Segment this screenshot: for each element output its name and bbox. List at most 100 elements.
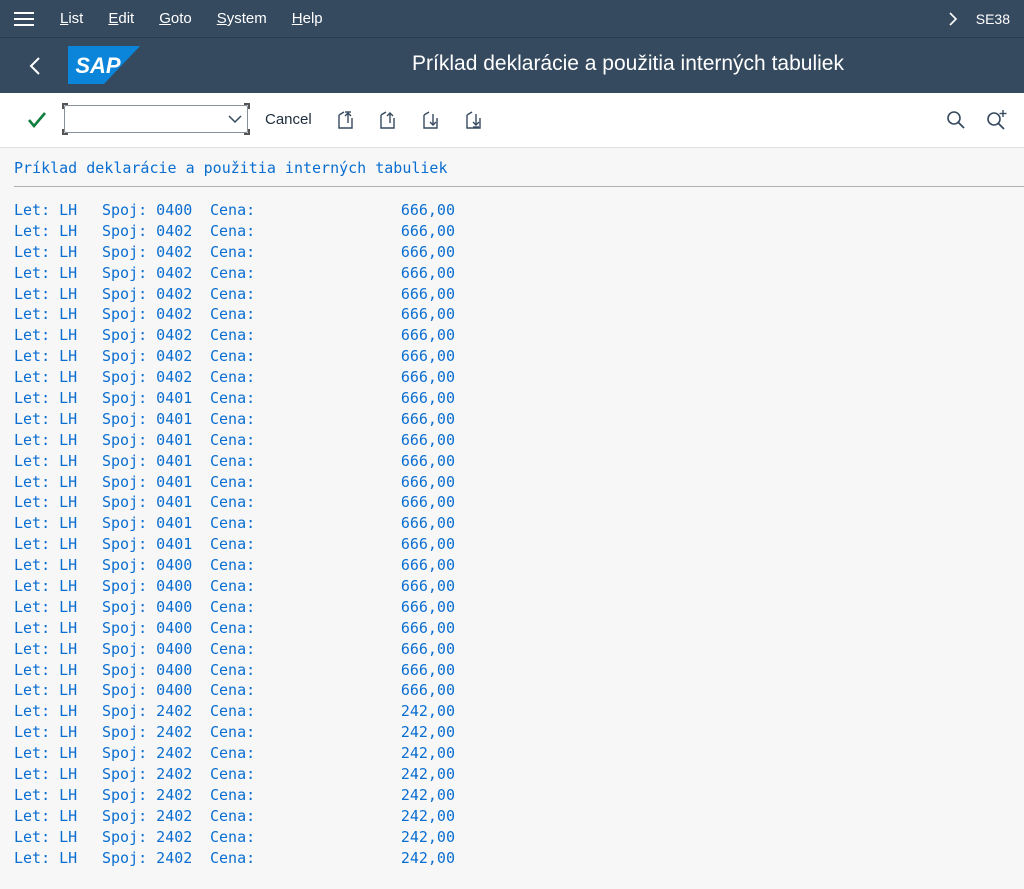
price-label: Cena: [210, 514, 256, 533]
chevron-down-icon[interactable] [227, 111, 243, 127]
list-row[interactable]: Let: LH Spoj: 0401 Cena: 666,00 [14, 472, 455, 493]
flight-carrier: Let: LH [14, 723, 78, 742]
search-next-icon[interactable] [985, 108, 1009, 132]
list-row[interactable]: Let: LH Spoj: 0400 Cena: 666,00 [14, 597, 455, 618]
list-row[interactable]: Let: LH Spoj: 2402 Cena: 242,00 [14, 701, 455, 722]
list-row[interactable]: Let: LH Spoj: 2402 Cena: 242,00 [14, 827, 455, 848]
chevron-left-icon[interactable] [20, 51, 50, 81]
last-page-icon[interactable] [462, 108, 486, 132]
menu-list[interactable]: List [60, 10, 83, 27]
price-label: Cena: [210, 702, 256, 721]
flight-carrier: Let: LH [14, 493, 78, 512]
list-row[interactable]: Let: LH Spoj: 0400 Cena: 666,00 [14, 639, 455, 660]
list-row[interactable]: Let: LH Spoj: 0401 Cena: 666,00 [14, 451, 455, 472]
price-value: 666,00 [400, 242, 455, 261]
price-label: Cena: [210, 618, 256, 637]
list-row[interactable]: Let: LH Spoj: 2402 Cena: 242,00 [14, 722, 455, 743]
list-row[interactable]: Let: LH Spoj: 0402 Cena: 666,00 [14, 346, 455, 367]
price-value: 242,00 [400, 827, 455, 846]
list-row[interactable]: Let: LH Spoj: 0400 Cena: 666,00 [14, 618, 455, 639]
flight-carrier: Let: LH [14, 765, 78, 784]
sap-logo-text: SAP [75, 53, 121, 78]
list-row[interactable]: Let: LH Spoj: 0402 Cena: 666,00 [14, 284, 455, 305]
focus-corner [62, 129, 68, 135]
hamburger-icon[interactable] [0, 0, 48, 37]
price-value: 242,00 [400, 806, 455, 825]
first-page-icon[interactable] [334, 108, 358, 132]
connection-id: Spoj: 2402 [102, 827, 193, 846]
list-row[interactable]: Let: LH Spoj: 2402 Cena: 242,00 [14, 743, 455, 764]
title-bar: SAP Príklad deklarácie a použitia intern… [0, 37, 1024, 93]
previous-page-icon[interactable] [376, 108, 400, 132]
command-input[interactable] [69, 109, 219, 129]
price-value: 666,00 [400, 389, 455, 408]
list-row[interactable]: Let: LH Spoj: 0402 Cena: 666,00 [14, 221, 455, 242]
list-row[interactable]: Let: LH Spoj: 0401 Cena: 666,00 [14, 513, 455, 534]
list-row[interactable]: Let: LH Spoj: 2402 Cena: 242,00 [14, 785, 455, 806]
price-label: Cena: [210, 326, 256, 345]
list-row[interactable]: Let: LH Spoj: 0401 Cena: 666,00 [14, 492, 455, 513]
list-row[interactable]: Let: LH Spoj: 0400 Cena: 666,00 [14, 576, 455, 597]
list-row[interactable]: Let: LH Spoj: 0401 Cena: 666,00 [14, 534, 455, 555]
connection-id: Spoj: 0401 [102, 472, 193, 491]
price-label: Cena: [210, 848, 256, 867]
price-value: 666,00 [400, 639, 455, 658]
price-label: Cena: [210, 577, 256, 596]
menu-help[interactable]: Help [292, 10, 323, 27]
connection-id: Spoj: 0402 [102, 263, 193, 282]
list-row[interactable]: Let: LH Spoj: 0402 Cena: 666,00 [14, 367, 455, 388]
price-label: Cena: [210, 493, 256, 512]
list-row[interactable]: Let: LH Spoj: 0400 Cena: 666,00 [14, 555, 455, 576]
command-field[interactable] [62, 103, 250, 135]
header-divider [14, 186, 1024, 187]
price-value: 666,00 [400, 618, 455, 637]
flight-carrier: Let: LH [14, 430, 78, 449]
price-value: 666,00 [400, 201, 455, 219]
menu-right: SE38 [938, 0, 1024, 37]
flight-carrier: Let: LH [14, 242, 78, 261]
chevron-right-icon[interactable] [938, 0, 968, 37]
list-row[interactable]: Let: LH Spoj: 0400 Cena: 666,00 [14, 200, 455, 221]
list-row[interactable]: Let: LH Spoj: 0400 Cena: 666,00 [14, 680, 455, 701]
list-row[interactable]: Let: LH Spoj: 2402 Cena: 242,00 [14, 806, 455, 827]
price-value: 242,00 [400, 848, 455, 867]
menu-system[interactable]: System [217, 10, 267, 27]
list-row[interactable]: Let: LH Spoj: 0402 Cena: 666,00 [14, 263, 455, 284]
connection-id: Spoj: 0402 [102, 242, 193, 261]
list-row[interactable]: Let: LH Spoj: 0402 Cena: 666,00 [14, 242, 455, 263]
connection-id: Spoj: 0401 [102, 514, 193, 533]
list-row[interactable]: Let: LH Spoj: 0401 Cena: 666,00 [14, 430, 455, 451]
list-row[interactable]: Let: LH Spoj: 0401 Cena: 666,00 [14, 388, 455, 409]
menu-edit[interactable]: Edit [108, 10, 134, 27]
list-row[interactable]: Let: LH Spoj: 2402 Cena: 242,00 [14, 764, 455, 785]
search-icon[interactable] [944, 108, 968, 132]
connection-id: Spoj: 0402 [102, 305, 193, 324]
price-label: Cena: [210, 347, 256, 366]
price-label: Cena: [210, 597, 256, 616]
checkmark-icon[interactable] [24, 107, 50, 133]
price-value: 666,00 [400, 221, 455, 240]
list-row[interactable]: Let: LH Spoj: 0402 Cena: 666,00 [14, 304, 455, 325]
price-value: 666,00 [400, 577, 455, 596]
connection-id: Spoj: 2402 [102, 848, 193, 867]
list-row[interactable]: Let: LH Spoj: 0401 Cena: 666,00 [14, 409, 455, 430]
flight-carrier: Let: LH [14, 347, 78, 366]
connection-id: Spoj: 0401 [102, 409, 193, 428]
connection-id: Spoj: 0400 [102, 597, 193, 616]
price-value: 666,00 [400, 326, 455, 345]
list-row[interactable]: Let: LH Spoj: 0400 Cena: 666,00 [14, 660, 455, 681]
list-row[interactable]: Let: LH Spoj: 2402 Cena: 242,00 [14, 848, 455, 869]
flight-carrier: Let: LH [14, 284, 78, 303]
list-row[interactable]: Let: LH Spoj: 0402 Cena: 666,00 [14, 325, 455, 346]
connection-id: Spoj: 0400 [102, 201, 193, 219]
next-page-icon[interactable] [419, 108, 443, 132]
flight-carrier: Let: LH [14, 263, 78, 282]
menu-goto[interactable]: Goto [159, 10, 192, 27]
connection-id: Spoj: 2402 [102, 702, 193, 721]
price-value: 666,00 [400, 556, 455, 575]
price-value: 242,00 [400, 765, 455, 784]
cancel-button[interactable]: Cancel [265, 111, 312, 128]
transaction-code: SE38 [975, 10, 1010, 27]
flight-carrier: Let: LH [14, 618, 78, 637]
price-label: Cena: [210, 806, 256, 825]
